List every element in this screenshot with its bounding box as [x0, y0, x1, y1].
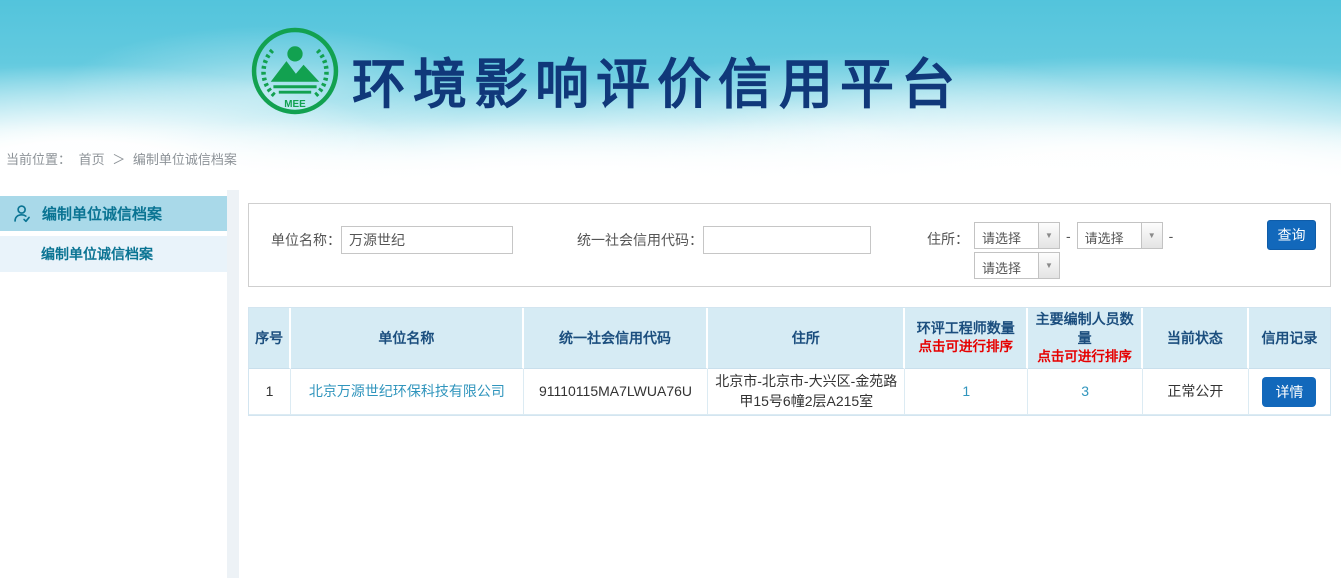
- breadcrumb-label: 当前位置：: [6, 152, 71, 167]
- col-header-unit-name: 单位名称: [291, 308, 523, 369]
- col-header-credit-record: 信用记录: [1249, 308, 1330, 369]
- header-banner: MEE 环境影响评价信用平台 当前位置： 首页 ＞ 编制单位诚信档案: [0, 0, 1341, 178]
- results-table: 序号 单位名称 统一社会信用代码 住所 环评工程师数量 点击可进行排序 主要编制…: [248, 307, 1331, 416]
- sidebar-group-archives[interactable]: 编制单位诚信档案: [0, 196, 227, 231]
- page-title: 环境影响评价信用平台: [352, 40, 962, 119]
- col-header-staff-count[interactable]: 主要编制人员数量 点击可进行排序: [1028, 308, 1143, 369]
- svg-text:MEE: MEE: [284, 99, 306, 110]
- credit-code-label: 统一社会信用代码：: [577, 230, 703, 250]
- sort-hint: 点击可进行排序: [1032, 348, 1137, 366]
- query-button[interactable]: 查询: [1267, 220, 1316, 250]
- breadcrumb-separator: ＞: [112, 152, 125, 167]
- mee-logo-icon: MEE: [250, 26, 340, 116]
- staff-count-link[interactable]: 3: [1081, 383, 1089, 399]
- chevron-down-icon: ▼: [1038, 253, 1059, 278]
- col-header-credit-code: 统一社会信用代码: [524, 308, 709, 369]
- sidebar-divider: [227, 190, 239, 578]
- breadcrumb: 当前位置： 首页 ＞ 编制单位诚信档案: [6, 149, 241, 168]
- unit-name-input[interactable]: [341, 226, 513, 254]
- unit-name-link[interactable]: 北京万源世纪环保科技有限公司: [309, 383, 505, 399]
- table-header-row: 序号 单位名称 统一社会信用代码 住所 环评工程师数量 点击可进行排序 主要编制…: [249, 308, 1330, 369]
- province-select[interactable]: 请选择 ▼: [974, 222, 1060, 249]
- sort-hint: 点击可进行排序: [909, 338, 1022, 356]
- user-check-icon: [12, 203, 33, 224]
- breadcrumb-current: 编制单位诚信档案: [133, 152, 237, 167]
- search-panel: 单位名称： 统一社会信用代码： 住所： 请选择 ▼ - 请选择 ▼: [248, 203, 1331, 287]
- breadcrumb-home-link[interactable]: 首页: [79, 152, 105, 167]
- detail-button[interactable]: 详情: [1262, 377, 1316, 407]
- table-row: 1 北京万源世纪环保科技有限公司 91110115MA7LWUA76U 北京市-…: [249, 369, 1330, 415]
- sidebar-group-label: 编制单位诚信档案: [42, 203, 162, 224]
- address-dash: -: [1066, 228, 1071, 244]
- cell-credit-code: 91110115MA7LWUA76U: [524, 369, 709, 415]
- col-header-status: 当前状态: [1143, 308, 1249, 369]
- col-header-index: 序号: [249, 308, 291, 369]
- engineer-count-link[interactable]: 1: [962, 383, 970, 399]
- address-label: 住所：: [927, 229, 969, 249]
- unit-name-label: 单位名称：: [271, 230, 341, 250]
- city-select[interactable]: 请选择 ▼: [1077, 222, 1163, 249]
- cell-index: 1: [249, 369, 291, 415]
- col-header-address: 住所: [708, 308, 905, 369]
- credit-code-input[interactable]: [703, 226, 871, 254]
- col-header-engineer-count[interactable]: 环评工程师数量 点击可进行排序: [905, 308, 1028, 369]
- cell-address: 北京市-北京市-大兴区-金苑路甲15号6幢2层A215室: [708, 369, 905, 415]
- chevron-down-icon: ▼: [1141, 223, 1162, 248]
- chevron-down-icon: ▼: [1038, 223, 1059, 248]
- sidebar-item-label: 编制单位诚信档案: [41, 244, 153, 264]
- sidebar-item-archives[interactable]: 编制单位诚信档案: [0, 236, 227, 272]
- district-select[interactable]: 请选择 ▼: [974, 252, 1060, 279]
- address-dash: -: [1169, 228, 1174, 244]
- cell-status: 正常公开: [1143, 369, 1249, 415]
- main-area: 编制单位诚信档案 编制单位诚信档案 单位名称： 统一社会信用代码： 住所： 请选…: [0, 178, 1341, 578]
